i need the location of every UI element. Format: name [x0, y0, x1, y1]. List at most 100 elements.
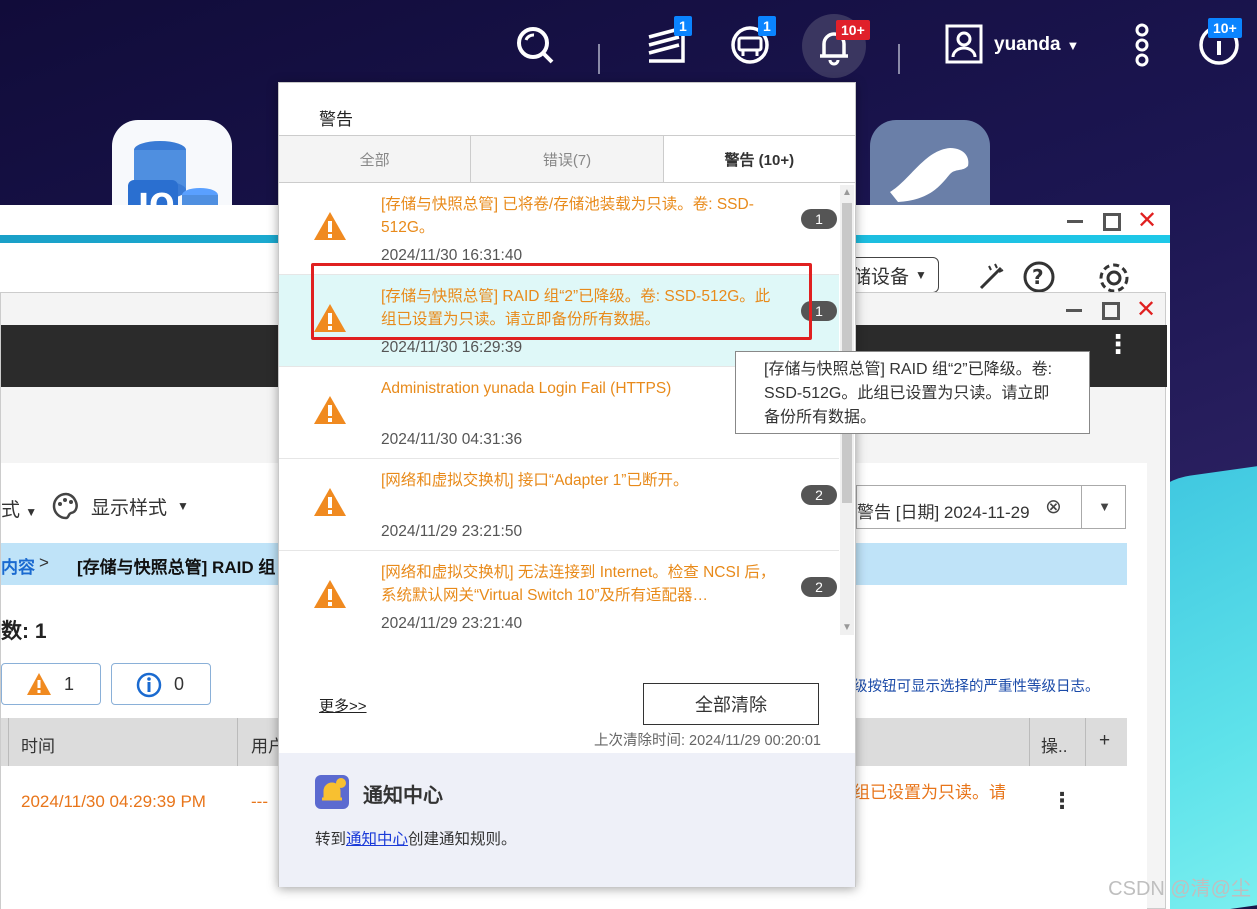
maximize-button[interactable] [1099, 299, 1121, 321]
warning-filter-button[interactable]: 1 [1, 663, 101, 705]
chevron-down-icon: ▼ [915, 268, 927, 282]
filter-box[interactable]: 警告 [日期] 2024-11-29 ⊗ ▼ [856, 485, 1126, 529]
notification-panel: 警告 全部 错误(7) 警告 (10+) [存储与快照总管] 已将卷/存储池装载… [278, 82, 856, 887]
panel-title: 警告 [319, 110, 353, 129]
notification-center-link[interactable]: 通知中心 [346, 831, 408, 848]
item-count-badge: 1 [801, 209, 837, 229]
palette-icon [52, 492, 78, 520]
more-menu-icon[interactable]: ⋮ [1105, 331, 1131, 357]
event-count: 数: 1 [1, 620, 47, 643]
notification-center-icon [315, 775, 349, 809]
top-bar: 1 1 10+ yuanda ▼ 10+ [0, 0, 1257, 90]
scroll-down-icon[interactable]: ▼ [842, 622, 852, 633]
magic-wand-button[interactable] [975, 260, 1009, 294]
kebab-icon [1135, 23, 1149, 67]
row-time: 2024/11/30 04:29:39 PM [21, 792, 206, 811]
warning-icon [314, 396, 346, 424]
chevron-down-icon: ▼ [1066, 37, 1080, 53]
help-icon: ? [1023, 261, 1055, 293]
item-time: 2024/11/30 04:31:36 [381, 431, 523, 448]
warning-icon [27, 673, 51, 695]
sync-button[interactable]: 1 [722, 16, 778, 72]
format-menu[interactable]: 式 ▼ [1, 495, 37, 522]
settings-button[interactable] [1096, 260, 1132, 296]
display-style-label: 显示样式 [91, 497, 168, 519]
item-message: [网络和虚拟交换机] 接口“Adapter 1”已断开。 [381, 472, 689, 489]
toolbar-separator [898, 44, 900, 74]
tooltip: [存储与快照总管] RAID 组“2”已降级。卷: SSD-512G。此组已设置… [735, 351, 1090, 434]
row-action-menu-icon[interactable]: ⋮ [1051, 788, 1073, 814]
user-menu[interactable]: yuanda ▼ [944, 18, 1094, 72]
column-action[interactable]: 操.. [1041, 732, 1067, 757]
tab-errors[interactable]: 错误(7) [471, 136, 664, 182]
more-options-button[interactable] [1124, 18, 1160, 72]
item-message: [网络和虚拟交换机] 无法连接到 Internet。检查 NCSI 后，系统默认… [381, 564, 776, 604]
warning-icon [314, 580, 346, 608]
info-count: 0 [174, 674, 185, 694]
search-button[interactable] [510, 18, 560, 72]
item-time: 2024/11/30 16:29:39 [381, 339, 523, 356]
scroll-up-icon[interactable]: ▲ [842, 187, 852, 198]
list-item[interactable]: [存储与快照总管] 已将卷/存储池装载为只读。卷: SSD-512G。 2024… [279, 183, 839, 275]
watermark: CSDN @清@尘 [1108, 878, 1251, 900]
maximize-button[interactable] [1100, 210, 1122, 232]
severity-hint: 级按钮可显示选择的严重性等级日志。 [853, 679, 1100, 695]
item-time: 2024/11/29 23:21:50 [381, 523, 523, 540]
row-message: 组已设置为只读。请 [853, 783, 1006, 802]
panel-tabs: 全部 错误(7) 警告 (10+) [279, 135, 855, 183]
info-filter-button[interactable]: 0 [111, 663, 211, 705]
user-name: yuanda [994, 34, 1061, 55]
more-link[interactable]: 更多>> [319, 695, 367, 716]
minimize-button[interactable] [1064, 210, 1086, 232]
filter-text: 警告 [日期] 2024-11-29 [857, 503, 1030, 522]
row-user: --- [251, 792, 268, 811]
item-message: Administration yunada Login Fail (HTTPS) [381, 380, 672, 397]
notification-center-title: 通知中心 [363, 785, 443, 807]
tab-all[interactable]: 全部 [279, 136, 472, 182]
svg-text:?: ? [1032, 265, 1044, 289]
list-item[interactable]: [网络和虚拟交换机] 无法连接到 Internet。检查 NCSI 后，系统默认… [279, 551, 839, 635]
gear-icon [1099, 263, 1129, 293]
magic-wand-icon [979, 263, 1004, 290]
tab-warnings[interactable]: 警告 (10+) [663, 136, 855, 182]
help-button[interactable]: ? [1022, 260, 1056, 294]
highlight-box [311, 263, 812, 340]
device-dropdown[interactable]: 储设备 ▼ [845, 257, 939, 293]
device-dropdown-label: 储设备 [852, 266, 910, 288]
user-icon [945, 24, 983, 64]
item-count-badge: 2 [801, 577, 837, 597]
minimize-button[interactable] [1063, 299, 1085, 321]
list-item[interactable]: [网络和虚拟交换机] 接口“Adapter 1”已断开。 2024/11/29 … [279, 459, 839, 551]
breadcrumb-separator: > [39, 553, 49, 572]
notification-button[interactable]: 10+ [802, 14, 870, 78]
info-button[interactable]: 10+ [1194, 18, 1244, 72]
add-column-button[interactable]: + [1099, 730, 1110, 752]
tasks-badge: 1 [674, 16, 692, 36]
close-button[interactable]: ✕ [1136, 209, 1158, 233]
chevron-down-icon: ▼ [177, 499, 189, 513]
last-cleared-time: 上次清除时间: 2024/11/29 00:20:01 [593, 733, 821, 749]
warning-count: 1 [64, 674, 75, 694]
notification-badge: 10+ [836, 20, 870, 40]
clear-filter-icon[interactable]: ⊗ [1045, 494, 1062, 519]
clear-all-button[interactable]: 全部清除 [643, 683, 819, 725]
breadcrumb-current: [存储与快照总管] RAID 组 [77, 558, 276, 577]
background-tasks-button[interactable]: 1 [640, 16, 692, 72]
sync-badge: 1 [758, 16, 776, 36]
item-message: [存储与快照总管] 已将卷/存储池装载为只读。卷: SSD-512G。 [381, 196, 754, 236]
info-badge: 10+ [1208, 18, 1242, 38]
close-button[interactable]: ✕ [1135, 298, 1157, 322]
window-controls: ✕ [1064, 209, 1158, 233]
column-time[interactable]: 时间 [21, 732, 55, 757]
window-controls: ✕ [1063, 298, 1157, 322]
breadcrumb-link[interactable]: 内容 [1, 553, 35, 578]
warning-icon [314, 212, 346, 240]
search-icon [517, 27, 554, 64]
display-style-menu[interactable]: 显示样式 ▼ [51, 491, 189, 521]
filter-dropdown-button[interactable]: ▼ [1081, 486, 1127, 528]
warning-icon [314, 488, 346, 516]
info-icon [136, 672, 162, 698]
item-time: 2024/11/29 23:21:40 [381, 615, 523, 632]
toolbar-separator [598, 44, 600, 74]
notification-center-text: 转到通知中心创建通知规则。 [315, 831, 517, 848]
